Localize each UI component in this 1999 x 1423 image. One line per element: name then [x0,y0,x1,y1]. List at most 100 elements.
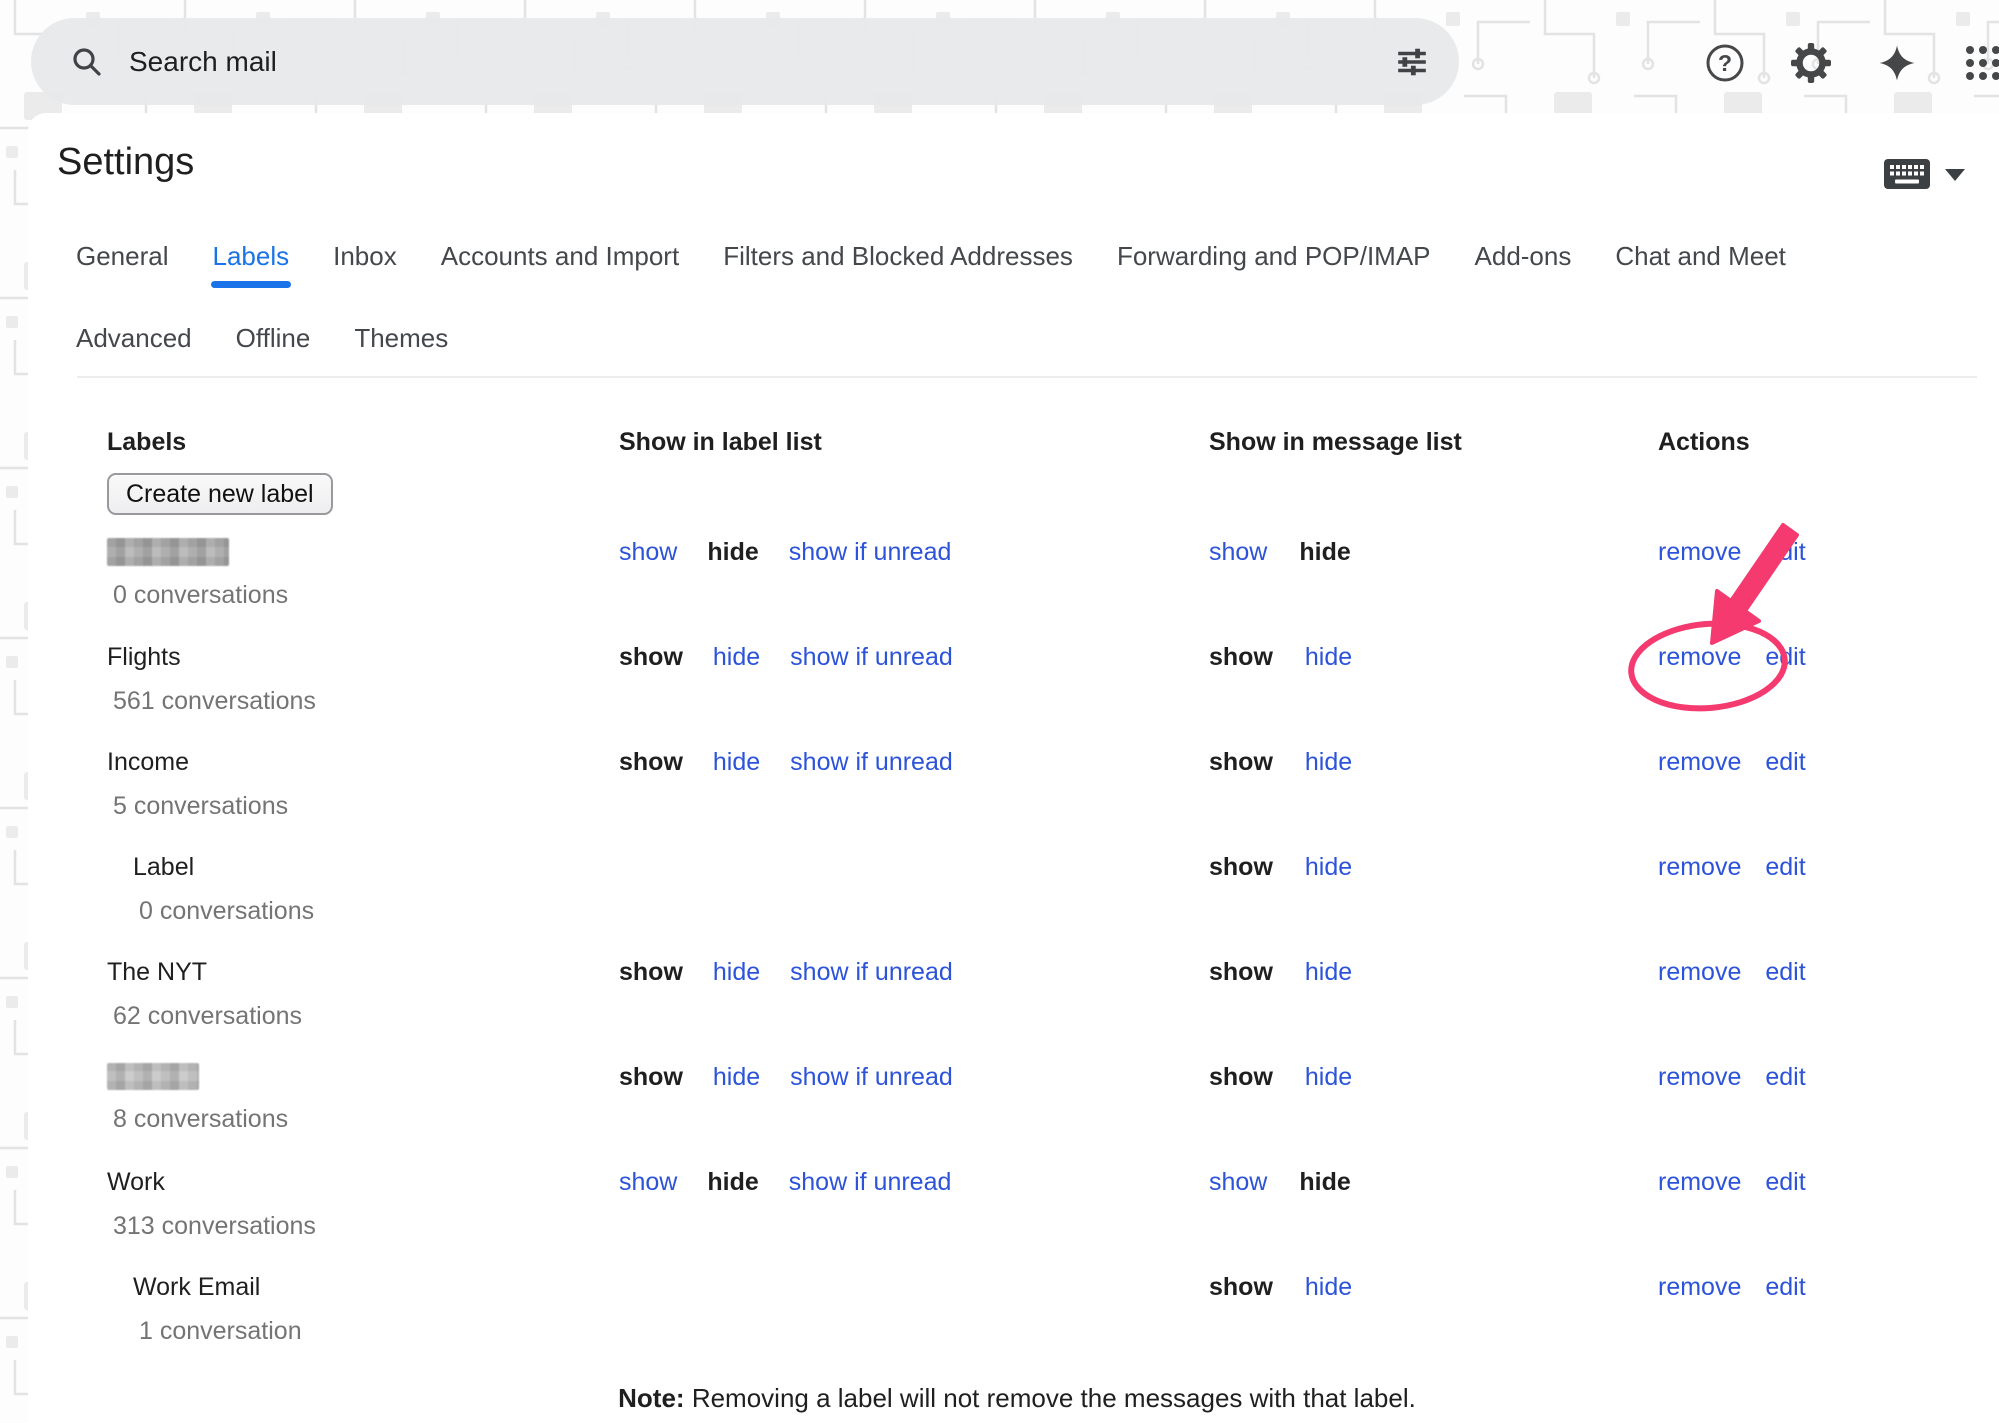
tab-forwarding-and-pop-imap[interactable]: Forwarding and POP/IMAP [1115,239,1433,290]
edit-link[interactable]: edit [1765,1062,1805,1092]
label-list-show-selected: show [619,957,683,987]
conversation-count: 62 conversations [107,1002,619,1030]
help-icon[interactable]: ? [1701,39,1749,87]
search-bar[interactable] [31,18,1459,105]
label-list-hide-selected: hide [707,537,758,567]
arrow-drop-down-icon [1945,168,1965,186]
message-list-hide-selected: hide [1299,1167,1350,1197]
message-list-show-selected: show [1209,957,1273,987]
apps-grid-icon[interactable] [1959,39,1999,87]
label-list-hide-link[interactable]: hide [713,1062,760,1092]
label-row-income: Income 5 conversations show hide show if u… [107,747,1999,852]
label-row-work-email: Work Email 1 conversation showhide remov… [107,1272,1999,1377]
message-list-hide-link[interactable]: hide [1305,1272,1352,1302]
label-list-hide-selected: hide [707,1167,758,1197]
label-list-show-if-unread-link[interactable]: show if unread [790,747,953,777]
label-name: Flights [107,642,619,672]
settings-tabs-row1: General Labels Inbox Accounts and Import… [74,239,1788,290]
conversation-count: 5 conversations [107,792,619,820]
search-options-tune-icon[interactable] [1395,45,1429,79]
label-name: Label [107,852,619,882]
input-tools-selector[interactable] [1883,158,1965,195]
remove-link-flights[interactable]: remove [1658,642,1741,672]
edit-link[interactable]: edit [1765,537,1805,567]
label-name: The NYT [107,957,619,987]
top-bar: ? [0,0,1999,113]
label-row-flights: Flights 561 conversations showhideshow i… [107,642,1999,747]
col-header-actions: Actions [1658,427,1999,457]
message-list-show-selected: show [1209,1062,1273,1092]
tab-inbox[interactable]: Inbox [331,239,399,290]
remove-link[interactable]: remove [1658,852,1741,882]
tab-chat-and-meet[interactable]: Chat and Meet [1613,239,1788,290]
tab-filters-and-blocked-addresses[interactable]: Filters and Blocked Addresses [721,239,1075,290]
tab-advanced[interactable]: Advanced [74,321,194,372]
message-list-show-link[interactable]: show [1209,537,1267,567]
edit-link[interactable]: edit [1765,852,1805,882]
label-list-show-if-unread-link[interactable]: show if unread [789,537,952,567]
labels-table: Labels Show in label list Show in messag… [107,427,1999,1414]
label-name: Work [107,1167,619,1197]
note-text: Removing a label will not remove the mes… [692,1383,1416,1413]
label-name: Income [107,747,619,777]
conversation-count: 313 conversations [107,1212,619,1240]
message-list-show-selected: show [1209,852,1273,882]
label-list-hide-link[interactable]: hide [713,957,760,987]
message-list-hide-link[interactable]: hide [1305,642,1352,672]
message-list-hide-link[interactable]: hide [1305,1062,1352,1092]
message-list-show-selected: show [1209,747,1273,777]
edit-link[interactable]: edit [1765,747,1805,777]
tab-general[interactable]: General [74,239,171,290]
label-list-show-link[interactable]: show [619,537,677,567]
conversation-count: 0 conversations [107,897,619,925]
settings-tabs-row2: Advanced Offline Themes [74,321,450,372]
remove-link[interactable]: remove [1658,1167,1741,1197]
label-list-show-if-unread-link[interactable]: show if unread [790,1062,953,1092]
tab-themes[interactable]: Themes [352,321,450,372]
svg-text:?: ? [1718,50,1732,76]
message-list-hide-link[interactable]: hide [1305,747,1352,777]
label-list-show-selected: show [619,1062,683,1092]
search-icon[interactable] [71,46,103,78]
message-list-hide-selected: hide [1299,537,1350,567]
search-input[interactable] [127,45,1395,79]
label-list-hide-link[interactable]: hide [713,747,760,777]
remove-link[interactable]: remove [1658,1272,1741,1302]
redacted-label-name [107,1063,199,1090]
edit-link[interactable]: edit [1765,957,1805,987]
message-list-show-link[interactable]: show [1209,1167,1267,1197]
remove-link[interactable]: remove [1658,957,1741,987]
footer-note: Note: Removing a label will not remove t… [107,1383,1927,1414]
settings-panel: Settings General Labels Inbox Accounts a… [28,113,1999,1423]
edit-link[interactable]: edit [1765,1272,1805,1302]
gear-icon[interactable] [1787,39,1835,87]
col-header-labels: Labels [107,427,619,457]
tab-add-ons[interactable]: Add-ons [1473,239,1574,290]
tab-labels[interactable]: Labels [211,239,292,290]
tabs-divider [77,376,1977,378]
label-row-redacted-2: 8 conversations show hide show if unread s… [107,1062,1999,1167]
conversation-count: 8 conversations [107,1105,619,1133]
label-list-hide-link[interactable]: hide [713,642,760,672]
label-list-show-link[interactable]: show [619,1167,677,1197]
create-new-label-button[interactable]: Create new label [107,473,333,515]
conversation-count: 0 conversations [107,581,619,609]
tab-offline[interactable]: Offline [234,321,313,372]
sparkle-icon[interactable] [1873,39,1921,87]
conversation-count: 561 conversations [107,687,619,715]
label-list-show-if-unread-link[interactable]: show if unread [790,642,953,672]
col-header-show-in-label-list: Show in label list [619,427,1209,457]
edit-link[interactable]: edit [1765,642,1805,672]
tab-accounts-and-import[interactable]: Accounts and Import [439,239,681,290]
message-list-hide-link[interactable]: hide [1305,852,1352,882]
remove-link[interactable]: remove [1658,1062,1741,1092]
col-header-show-in-message-list: Show in message list [1209,427,1658,457]
label-list-show-if-unread-link[interactable]: show if unread [789,1167,952,1197]
remove-link[interactable]: remove [1658,747,1741,777]
remove-link[interactable]: remove [1658,537,1741,567]
label-list-show-if-unread-link[interactable]: show if unread [790,957,953,987]
label-row-redacted-1: 0 conversations show hide show if unread s… [107,537,1999,642]
message-list-hide-link[interactable]: hide [1305,957,1352,987]
message-list-show-selected: show [1209,1272,1273,1302]
edit-link[interactable]: edit [1765,1167,1805,1197]
